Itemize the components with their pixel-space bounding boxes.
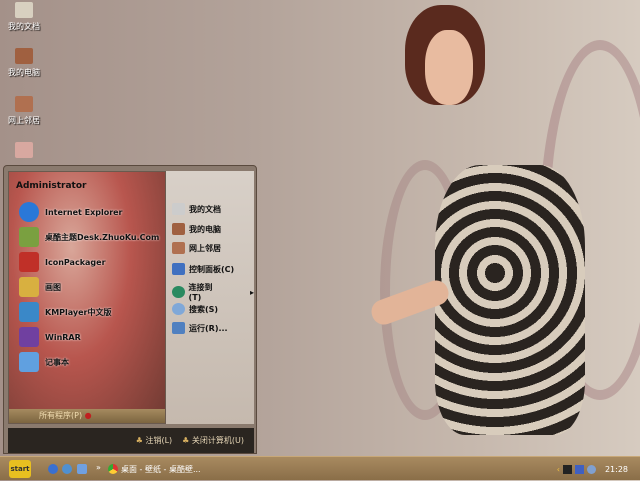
program-zhuoku[interactable]: 桌酷主题Desk.ZhuoKu.Com bbox=[19, 227, 159, 247]
place-search[interactable]: 搜索(S) bbox=[172, 303, 218, 315]
start-menu-footer: ♣ 注销(L) ♣ 关闭计算机(U) bbox=[8, 428, 254, 453]
start-menu: Administrator Internet Explorer 桌酷主题Desk… bbox=[3, 165, 257, 454]
place-network[interactable]: 网上邻居 bbox=[172, 242, 221, 254]
documents-icon bbox=[15, 2, 33, 18]
start-button[interactable]: start bbox=[9, 460, 31, 478]
quicklaunch-expand-icon[interactable]: » bbox=[96, 463, 101, 472]
shutdown-button[interactable]: ♣ 关闭计算机(U) bbox=[182, 435, 244, 446]
tray-app-icon[interactable] bbox=[562, 464, 572, 474]
kmplayer-icon bbox=[19, 302, 39, 322]
chrome-icon bbox=[108, 464, 118, 474]
place-control-panel[interactable]: 控制面板(C) bbox=[172, 263, 234, 275]
search-icon bbox=[172, 303, 185, 315]
desktop-icon-my-computer[interactable]: 我的电脑 bbox=[4, 48, 44, 78]
taskbar-window-desktop-wallpaper[interactable]: 桌面 - 壁纸 - 桌酷壁... bbox=[108, 461, 201, 477]
tray-expand-icon[interactable]: ‹ bbox=[557, 465, 560, 474]
places-pane: 我的文档 我的电脑 网上邻居 控制面板(C) 连接到(T) ▸ 搜索(S) 运行(… bbox=[166, 171, 254, 424]
desktop-quicklaunch-icon[interactable] bbox=[77, 464, 87, 474]
desktop-icon-network[interactable]: 网上邻居 bbox=[4, 96, 44, 126]
control-panel-icon bbox=[172, 263, 185, 275]
place-connect-to[interactable]: 连接到(T) ▸ bbox=[172, 282, 254, 302]
documents-icon bbox=[172, 203, 185, 215]
program-internet-explorer[interactable]: Internet Explorer bbox=[19, 202, 123, 222]
computer-icon bbox=[172, 223, 185, 235]
network-icon bbox=[15, 96, 33, 112]
globe-icon bbox=[172, 286, 185, 298]
program-notepad[interactable]: 记事本 bbox=[19, 352, 69, 372]
logoff-button[interactable]: ♣ 注销(L) bbox=[136, 435, 172, 446]
iconpackager-icon bbox=[19, 252, 39, 272]
tray-volume-icon[interactable] bbox=[586, 464, 596, 474]
network-icon bbox=[172, 242, 185, 254]
program-kmplayer[interactable]: KMPlayer中文版 bbox=[19, 302, 112, 322]
user-name: Administrator bbox=[16, 181, 87, 191]
logoff-icon: ♣ bbox=[135, 436, 143, 445]
system-tray: ‹ 21:28 bbox=[557, 457, 640, 481]
clock[interactable]: 21:28 bbox=[605, 465, 628, 474]
place-my-computer[interactable]: 我的电脑 bbox=[172, 223, 221, 235]
program-paint[interactable]: 画图 bbox=[19, 277, 61, 297]
recycle-bin-icon bbox=[15, 142, 33, 158]
place-my-documents[interactable]: 我的文档 bbox=[172, 203, 221, 215]
tray-network-icon[interactable] bbox=[574, 464, 584, 474]
shutdown-icon: ♣ bbox=[182, 436, 190, 445]
all-programs-button[interactable]: 所有程序(P) ● bbox=[9, 409, 165, 423]
desktop-icon-recycle-bin[interactable] bbox=[4, 142, 44, 161]
run-icon bbox=[172, 322, 185, 334]
program-winrar[interactable]: WinRAR bbox=[19, 327, 81, 347]
ie-quicklaunch-icon[interactable] bbox=[48, 464, 58, 474]
browser-quicklaunch-icon[interactable] bbox=[62, 464, 72, 474]
notepad-icon bbox=[19, 352, 39, 372]
computer-icon bbox=[15, 48, 33, 64]
ie-icon bbox=[19, 202, 39, 222]
taskbar: start » 桌面 - 壁纸 - 桌酷壁... ‹ 21:28 bbox=[0, 456, 640, 480]
wallpaper-model-face bbox=[425, 30, 473, 105]
arrow-right-icon: ● bbox=[84, 411, 92, 420]
desktop-icon-my-documents[interactable]: 我的文档 bbox=[4, 2, 44, 32]
paint-icon bbox=[19, 277, 39, 297]
program-iconpackager[interactable]: IconPackager bbox=[19, 252, 106, 272]
place-run[interactable]: 运行(R)... bbox=[172, 322, 228, 334]
wallpaper-model-dress bbox=[435, 165, 585, 435]
zhuoku-icon bbox=[19, 227, 39, 247]
programs-pane: Administrator Internet Explorer 桌酷主题Desk… bbox=[8, 171, 166, 424]
winrar-icon bbox=[19, 327, 39, 347]
chevron-right-icon: ▸ bbox=[249, 287, 254, 297]
